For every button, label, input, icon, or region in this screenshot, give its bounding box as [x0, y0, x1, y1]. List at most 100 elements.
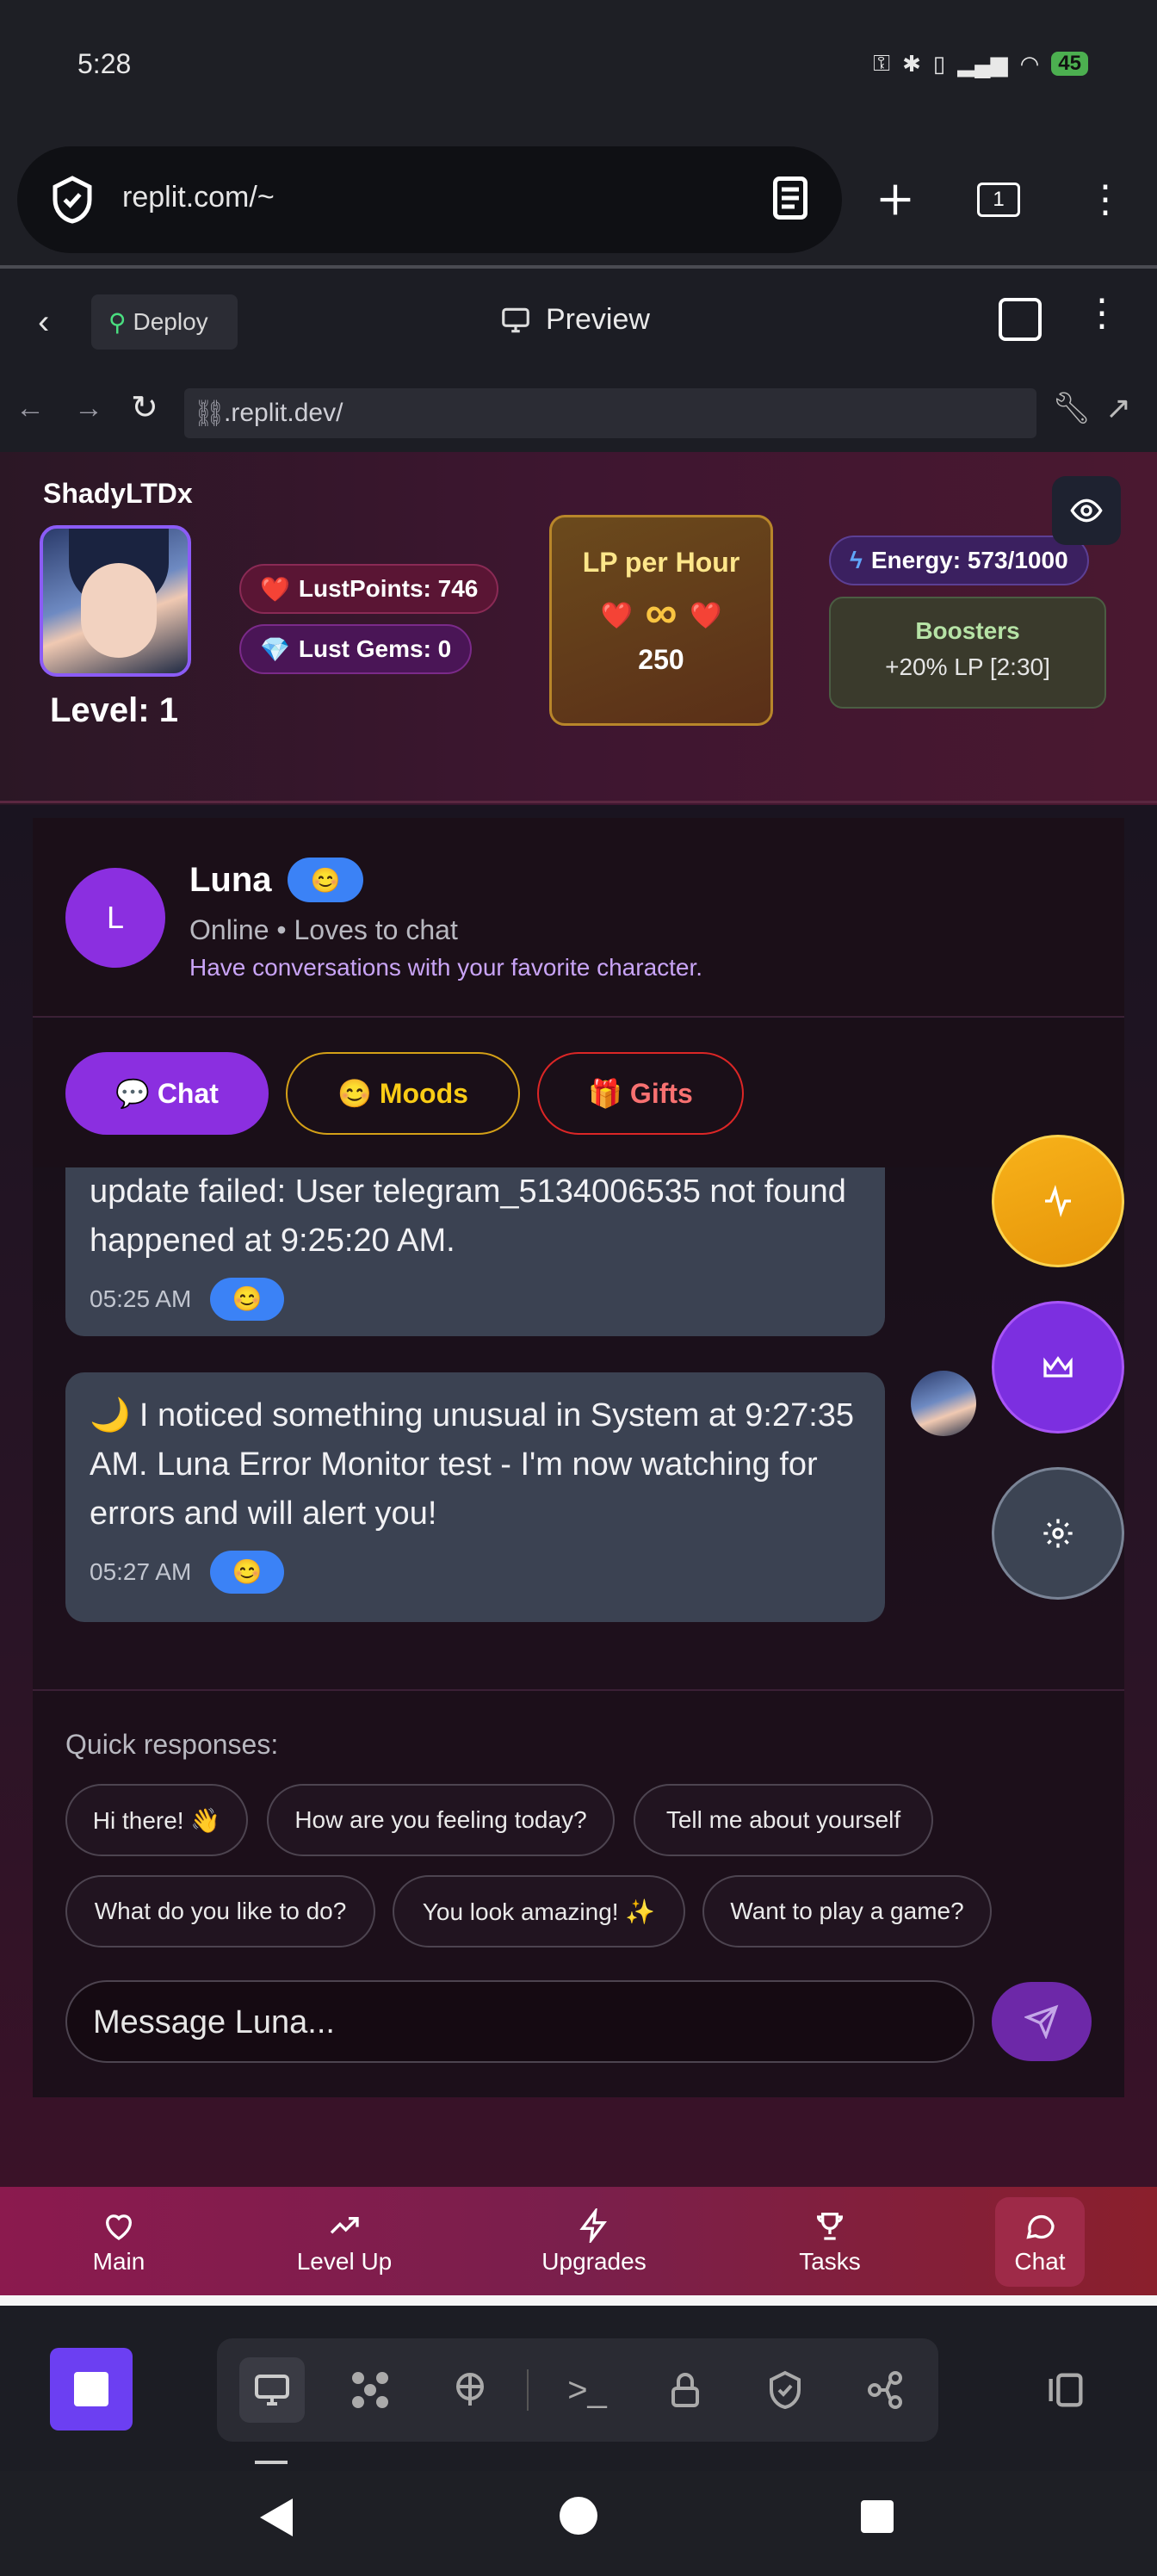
wrench-icon[interactable]: 🔧︎ [1052, 390, 1092, 426]
message-input[interactable]: Message Luna... [65, 1980, 974, 2063]
send-button[interactable] [992, 1982, 1092, 2061]
heart-icon: ❤️ [600, 601, 633, 630]
boosters-title: Boosters [915, 617, 1020, 644]
trophy-icon [816, 2213, 844, 2240]
message-time: 05:25 AM [90, 1285, 192, 1312]
windows-icon[interactable] [999, 298, 1042, 341]
nav-label: Level Up [296, 2248, 393, 2275]
back-icon[interactable]: ‹ [38, 303, 49, 342]
preview-label: Preview [546, 303, 650, 336]
quick-responses-label: Quick responses: [65, 1729, 279, 1760]
shell-icon[interactable]: >_ [554, 2357, 620, 2423]
player-avatar[interactable] [40, 525, 191, 677]
character-name: Luna [189, 861, 272, 899]
premium-fab[interactable] [992, 1301, 1124, 1434]
reader-mode-icon[interactable] [764, 172, 816, 224]
preview-monitor-icon[interactable] [239, 2357, 305, 2423]
player-name: ShadyLTDx [43, 478, 193, 509]
deploy-icon[interactable] [437, 2357, 503, 2423]
signal-icon: ▂▄▆ [957, 50, 1008, 77]
tab-chat[interactable]: 💬 Chat [65, 1052, 269, 1135]
lustgems-value: Lust Gems: 0 [298, 635, 452, 662]
message-time: 05:27 AM [90, 1558, 192, 1585]
divider [0, 2295, 1157, 2306]
nav-label: Main [92, 2248, 145, 2275]
lp-per-hour-value: 250 [638, 644, 684, 675]
webview-url-text: .replit.dev/ [224, 399, 343, 427]
quick-response-chip[interactable]: You look amazing! ✨ [393, 1875, 685, 1947]
more-vertical-icon[interactable]: ⋮ [1083, 291, 1121, 335]
lustpoints-badge: ❤️ LustPoints: 746 [239, 564, 499, 614]
message-mood: 😊 [210, 1277, 285, 1321]
character-message-avatar [911, 1371, 976, 1436]
settings-fab[interactable] [992, 1467, 1124, 1600]
quick-response-chip[interactable]: Hi there! 👋 [65, 1784, 248, 1856]
more-vertical-icon: ⋮ [1086, 178, 1124, 220]
heart-icon: ❤️ [260, 575, 290, 603]
divider [527, 2369, 529, 2411]
message-text: update failed: User telegram_5134006535 … [90, 1173, 846, 1259]
tab-gifts[interactable]: 🎁 Gifts [537, 1052, 744, 1135]
quick-response-chip[interactable]: What do you like to do? [65, 1875, 375, 1947]
home-icon[interactable] [560, 2497, 597, 2535]
heart-icon [106, 2214, 132, 2240]
browser-toolbar: replit.com/~ 1 ⋮ [0, 138, 1157, 267]
nav-back-icon[interactable]: ← [15, 392, 45, 425]
git-icon[interactable] [852, 2357, 918, 2423]
eye-icon[interactable] [1052, 476, 1121, 545]
message-meta: 05:25 AM 😊 [90, 1274, 861, 1323]
heart-icon: ❤️ [689, 601, 722, 630]
energy-badge: ϟ Energy: 573/1000 [829, 536, 1089, 585]
security-icon[interactable] [752, 2357, 818, 2423]
active-indicator [255, 2461, 288, 2464]
gear-icon [1043, 1519, 1073, 1548]
stop-icon [74, 2372, 108, 2406]
deploy-button[interactable]: ⚲ Deploy [91, 294, 238, 350]
message-text: 🌙 I noticed something unusual in System … [90, 1397, 855, 1532]
reload-icon[interactable]: ↻ [131, 388, 158, 427]
chat-message: 🌙 I noticed something unusual in System … [65, 1372, 885, 1622]
tab-count: 1 [977, 183, 1020, 217]
monitor-icon [502, 307, 529, 332]
nav-chat[interactable]: Chat [995, 2197, 1085, 2287]
chat-message: update failed: User telegram_5134006535 … [65, 1167, 885, 1336]
link-icon: ⛓ [193, 399, 226, 428]
wifi-icon: ◠ [1019, 50, 1040, 77]
nav-main[interactable]: Main [76, 2197, 162, 2287]
boosters-value: +20% LP [2:30] [885, 653, 1050, 680]
boosters-card[interactable]: Boosters +20% LP [2:30] [829, 597, 1106, 709]
panel-toggle-icon[interactable] [1033, 2357, 1098, 2423]
stop-button[interactable] [50, 2348, 133, 2430]
nav-tasks[interactable]: Tasks [787, 2197, 873, 2287]
activity-icon [1045, 1185, 1071, 1217]
address-bar[interactable]: replit.com/~ [17, 146, 842, 253]
lightning-icon: ϟ [850, 547, 863, 573]
lock-icon[interactable] [653, 2357, 718, 2423]
workflows-icon[interactable] [337, 2357, 403, 2423]
tab-moods[interactable]: 😊 Moods [286, 1052, 520, 1135]
external-link-icon[interactable]: ↗ [1105, 390, 1131, 426]
preview-title[interactable]: Preview [499, 303, 650, 337]
player-level: Level: 1 [50, 691, 178, 729]
quick-response-chip[interactable]: Tell me about yourself [634, 1784, 933, 1856]
message-mood: 😊 [210, 1550, 285, 1594]
new-tab-button[interactable] [869, 174, 921, 226]
nav-upgrades[interactable]: Upgrades [534, 2197, 654, 2287]
activity-fab[interactable] [992, 1135, 1124, 1267]
nav-forward-icon[interactable]: → [74, 392, 103, 425]
trending-up-icon [330, 2217, 359, 2234]
tab-switcher-button[interactable]: 1 [973, 174, 1024, 226]
status-bar: 5:28 ⚿ ✱ ▯ ▂▄▆ ◠ 45 [0, 0, 1157, 138]
character-description: Have conversations with your favorite ch… [189, 954, 703, 981]
lp-per-hour-symbol-row: ❤️ ∞ ❤️ [552, 587, 770, 639]
quick-response-chip[interactable]: Want to play a game? [702, 1875, 992, 1947]
key-icon: ⚿ [873, 50, 891, 76]
nav-label: Chat [1014, 2248, 1066, 2275]
recents-icon[interactable] [861, 2500, 894, 2533]
bluetooth-icon: ✱ [902, 50, 921, 77]
webview-url-input[interactable]: ⛓ .replit.dev/ [184, 388, 1036, 438]
quick-response-chip[interactable]: How are you feeling today? [267, 1784, 615, 1856]
nav-level-up[interactable]: Level Up [284, 2197, 405, 2287]
browser-menu-button[interactable]: ⋮ [1080, 174, 1131, 226]
back-icon[interactable] [260, 2499, 293, 2536]
